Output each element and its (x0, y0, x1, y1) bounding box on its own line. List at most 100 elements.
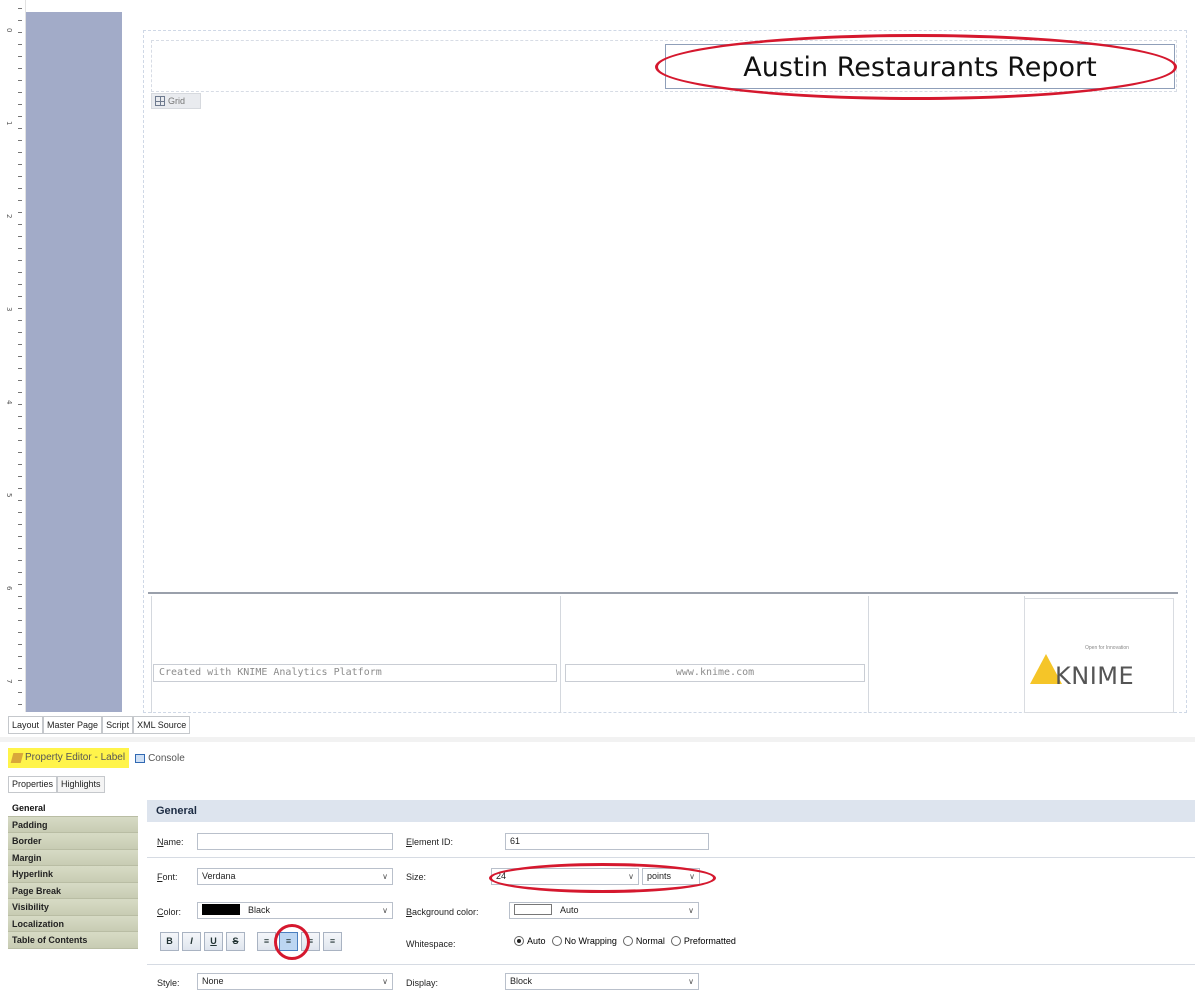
style-select[interactable]: None ∨ (197, 973, 393, 990)
chevron-down-icon: ∨ (688, 977, 694, 986)
category-border[interactable]: Border (8, 833, 138, 850)
category-padding[interactable]: Padding (8, 816, 138, 833)
footer-cell-empty[interactable] (869, 596, 1025, 713)
ruler-tick (18, 392, 22, 393)
chevron-down-icon: ∨ (382, 977, 388, 986)
ruler-tick (18, 152, 22, 153)
grid-tag-label: Grid (168, 96, 186, 106)
footer-cell-left[interactable] (152, 596, 561, 713)
grid-icon (155, 96, 165, 106)
color-label: Color: (157, 907, 182, 917)
ruler-tick (18, 224, 22, 225)
editor-tab-bar: Layout Master Page Script XML Source (8, 716, 191, 734)
ruler-tick (18, 560, 22, 561)
tab-property-editor-label: Property Editor - Label (25, 752, 126, 763)
ruler-number: 2 (5, 214, 13, 219)
layout-margin-band (26, 12, 122, 712)
justify-button[interactable]: ≡ (323, 932, 342, 951)
pencil-icon (10, 753, 24, 763)
ruler-tick (18, 272, 22, 273)
category-visibility[interactable]: Visibility (8, 899, 138, 916)
knime-logo-word: KNIME (1055, 662, 1135, 690)
property-sub-tabs: Properties Highlights (8, 776, 105, 793)
ruler-tick (18, 452, 22, 453)
category-general[interactable]: General (8, 800, 138, 817)
ruler-tick (18, 356, 22, 357)
display-label: Display: (406, 978, 439, 988)
display-select-value: Block (510, 976, 533, 986)
category-page-break[interactable]: Page Break (8, 882, 138, 899)
whitespace-no-wrapping-radio[interactable]: No Wrapping (551, 936, 617, 946)
ruler-number: 1 (5, 121, 13, 126)
strikethrough-button[interactable]: S (226, 932, 245, 951)
ruler-tick (18, 368, 22, 369)
background-color-value: Auto (560, 905, 579, 915)
whitespace-no-wrapping-label: No Wrapping (564, 936, 617, 946)
radio-dot-selected (514, 936, 524, 946)
tab-highlights[interactable]: Highlights (57, 776, 105, 793)
underline-button[interactable]: U (204, 932, 223, 951)
ruler-tick (18, 212, 22, 213)
ruler-tick (18, 164, 22, 165)
whitespace-auto-radio[interactable]: Auto (514, 936, 546, 946)
ruler-tick (18, 404, 22, 405)
row-divider (147, 964, 1195, 965)
name-label: Name: (157, 837, 184, 847)
panel-splitter[interactable] (0, 737, 1195, 742)
ruler-tick (18, 8, 22, 9)
category-margin[interactable]: Margin (8, 849, 138, 866)
whitespace-preformatted-radio[interactable]: Preformatted (670, 936, 736, 946)
grid-tag[interactable]: Grid (151, 93, 201, 109)
ruler-tick (18, 644, 22, 645)
tab-layout[interactable]: Layout (8, 717, 44, 734)
ruler-tick (18, 632, 22, 633)
ruler-tick (18, 296, 22, 297)
footer-url-label[interactable]: www.knime.com (565, 664, 865, 682)
tab-properties[interactable]: Properties (8, 776, 58, 793)
style-select-value: None (202, 976, 224, 986)
ruler-tick (18, 80, 22, 81)
ruler-tick (18, 692, 22, 693)
tab-console-label: Console (148, 752, 185, 764)
tab-script[interactable]: Script (102, 717, 134, 734)
ruler-tick (18, 668, 22, 669)
view-tab-bar: Property Editor - Label Console (8, 748, 185, 768)
tab-xml-source[interactable]: XML Source (133, 717, 191, 734)
footer-cell-center[interactable] (561, 596, 869, 713)
ruler-tick (18, 248, 22, 249)
ruler-tick (18, 704, 22, 705)
font-select[interactable]: Verdana ∨ (197, 868, 393, 885)
ruler-tick (18, 56, 22, 57)
tab-master-page[interactable]: Master Page (43, 717, 103, 734)
italic-button[interactable]: I (182, 932, 201, 951)
chevron-down-icon: ∨ (382, 872, 388, 881)
category-hyperlink[interactable]: Hyperlink (8, 866, 138, 883)
tab-console[interactable]: Console (135, 753, 185, 764)
name-input[interactable] (197, 833, 393, 850)
background-color-select[interactable]: Auto ∨ (509, 902, 699, 919)
ruler-number: 3 (5, 307, 13, 312)
title-highlight-oval (655, 34, 1177, 100)
ruler-tick (18, 176, 22, 177)
ruler-tick (18, 572, 22, 573)
element-id-input[interactable]: 61 (505, 833, 709, 850)
tab-property-editor[interactable]: Property Editor - Label (8, 748, 130, 768)
bold-button[interactable]: B (160, 932, 179, 951)
console-icon (135, 753, 146, 763)
footer-created-label[interactable]: Created with KNIME Analytics Platform (153, 664, 557, 682)
color-select[interactable]: Black ∨ (197, 902, 393, 919)
ruler-tick (18, 68, 22, 69)
display-select[interactable]: Block ∨ (505, 973, 699, 990)
footer-divider (148, 592, 1178, 594)
radio-dot (622, 936, 633, 946)
chevron-down-icon: ∨ (382, 906, 388, 915)
ruler-tick (18, 548, 22, 549)
background-color-swatch (514, 904, 552, 915)
whitespace-normal-radio[interactable]: Normal (622, 936, 665, 946)
whitespace-preformatted-label: Preformatted (683, 936, 736, 946)
category-localization[interactable]: Localization (8, 915, 138, 932)
radio-dot (551, 936, 562, 946)
ruler-tick (18, 260, 22, 261)
size-label: Size: (406, 872, 427, 882)
category-table-of-contents[interactable]: Table of Contents (8, 932, 138, 949)
